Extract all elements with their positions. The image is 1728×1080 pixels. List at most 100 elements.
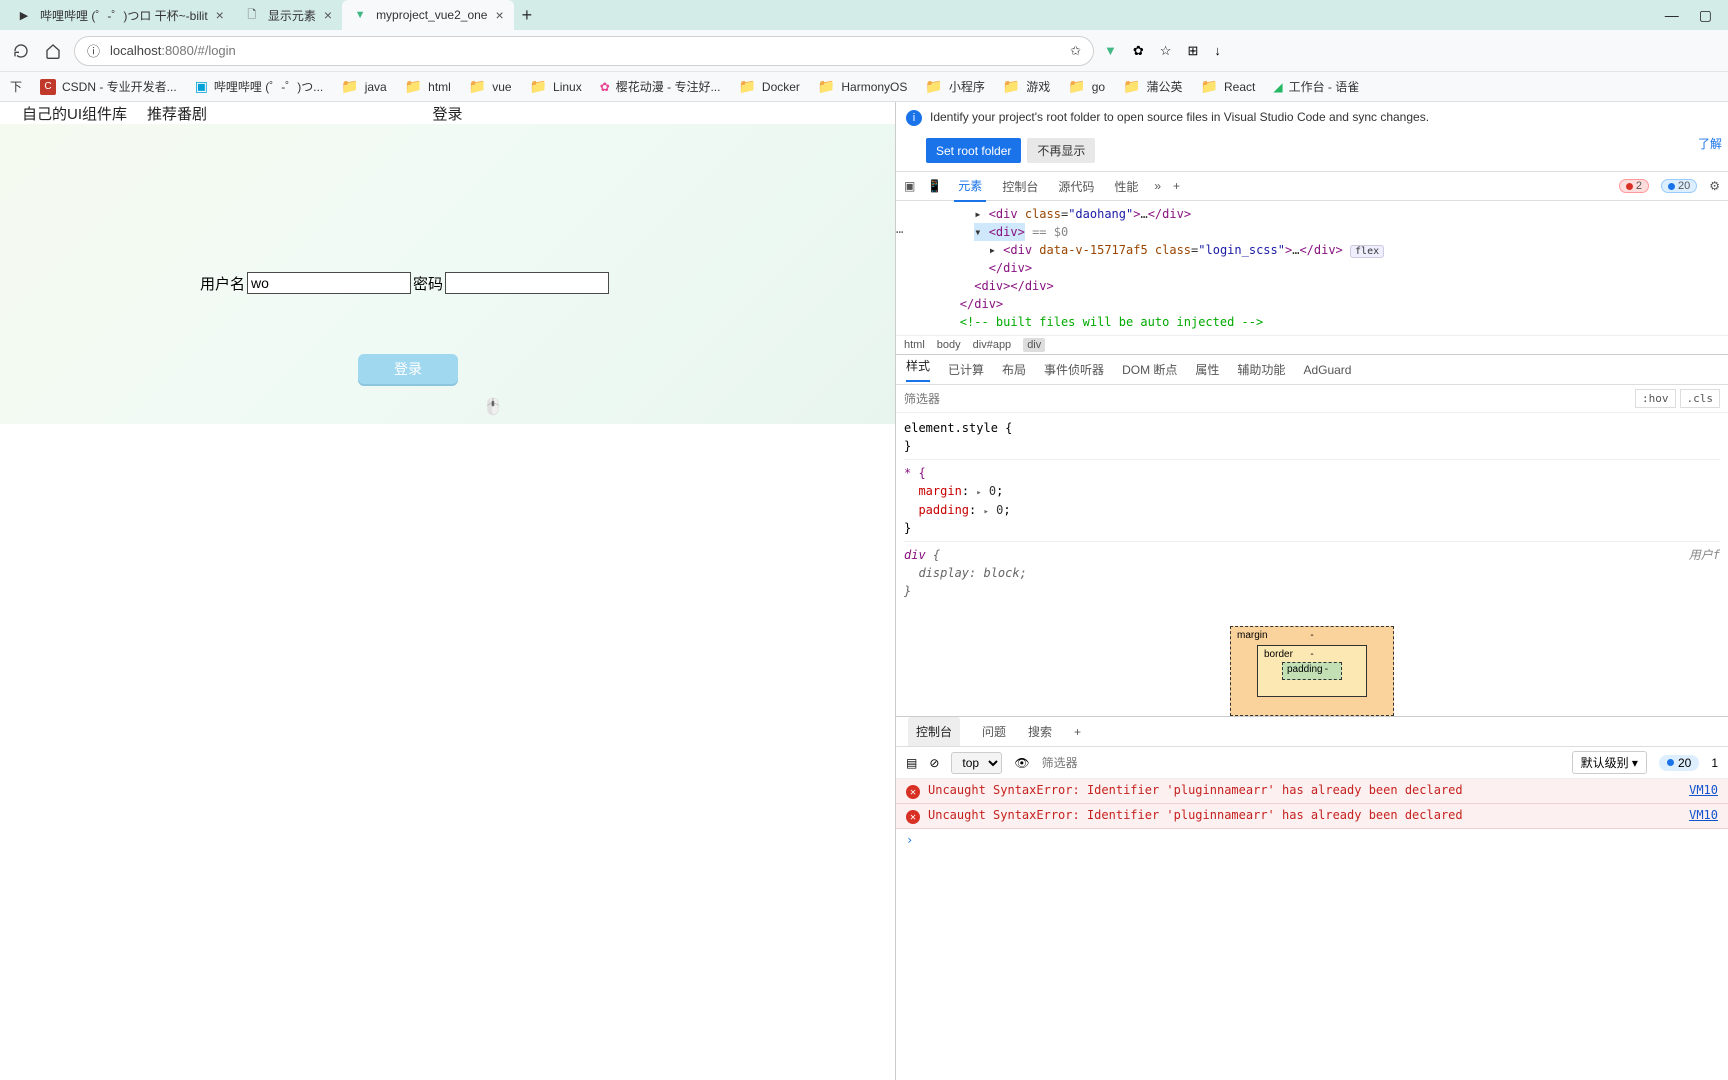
tab-elements[interactable]: 元素	[954, 171, 986, 202]
close-tab-icon[interactable]: ×	[495, 7, 503, 23]
password-input[interactable]	[445, 272, 609, 294]
close-tab-icon[interactable]: ×	[216, 7, 224, 23]
bookmark-folder[interactable]: 📁Docker	[738, 78, 799, 95]
console-filter-input[interactable]	[1042, 756, 1560, 770]
browser-tab[interactable]: 🗋 显示元素 ×	[234, 0, 342, 30]
nav-link-uilib[interactable]: 自己的UI组件库	[22, 103, 127, 124]
info-badge[interactable]: 20	[1661, 179, 1697, 193]
tab-sources[interactable]: 源代码	[1054, 172, 1098, 201]
address-bar-row: ⓘ localhost:8080/#/login ✩ ▼ ✿ ☆ ⊞ ↓	[0, 30, 1728, 72]
styles-pane[interactable]: element.style { } * { margin: ▸ 0; paddi…	[896, 413, 1728, 614]
favorite-icon[interactable]: ✩	[1070, 43, 1081, 59]
source-link[interactable]: VM10	[1689, 783, 1718, 797]
bookmark-item[interactable]: 下	[10, 78, 22, 95]
inspect-icon[interactable]: ▣	[904, 179, 915, 193]
subtab-a11y[interactable]: 辅助功能	[1237, 361, 1285, 378]
page-title-login: 登录	[432, 103, 462, 124]
drawer-tab-issues[interactable]: 问题	[982, 723, 1006, 740]
subtab-props[interactable]: 属性	[1195, 361, 1219, 378]
bookmark-yuque[interactable]: ◢工作台 - 语雀	[1273, 78, 1359, 95]
bookmark-folder[interactable]: 📁go	[1068, 78, 1105, 95]
tab-title: myproject_vue2_one	[376, 8, 487, 22]
breadcrumb-item[interactable]: div	[1023, 338, 1045, 352]
page-nav: 自己的UI组件库 推荐番剧 登录	[0, 102, 895, 124]
device-icon[interactable]: 📱	[927, 179, 942, 193]
add-tab-icon[interactable]: +	[1173, 179, 1180, 193]
bookmark-folder[interactable]: 📁java	[341, 78, 386, 95]
bookmark-folder[interactable]: 📁小程序	[925, 78, 984, 95]
close-tab-icon[interactable]: ×	[324, 7, 332, 23]
drawer-tab-search[interactable]: 搜索	[1028, 723, 1052, 740]
breadcrumb-item[interactable]: html	[904, 339, 925, 351]
source-link[interactable]: VM10	[1689, 808, 1718, 822]
console-error-row[interactable]: ✕ Uncaught SyntaxError: Identifier 'plug…	[896, 779, 1728, 804]
dont-show-button[interactable]: 不再显示	[1027, 138, 1095, 163]
bookmark-folder[interactable]: 📁Linux	[530, 78, 582, 95]
flower-icon: ✿	[600, 80, 610, 94]
breadcrumb-item[interactable]: body	[937, 339, 961, 351]
subtab-styles[interactable]: 样式	[906, 357, 930, 382]
collections-icon[interactable]: ⊞	[1187, 43, 1198, 59]
context-select[interactable]: top	[951, 752, 1002, 774]
page-favicon: 🗋	[244, 7, 260, 23]
styles-filter-input[interactable]	[904, 392, 1631, 406]
more-tabs-icon[interactable]: »	[1154, 179, 1161, 193]
home-icon[interactable]	[42, 40, 64, 62]
login-button[interactable]: 登录	[358, 354, 458, 384]
subtab-computed[interactable]: 已计算	[948, 361, 984, 378]
bookmark-folder[interactable]: 📁蒲公英	[1123, 78, 1182, 95]
folder-icon: 📁	[738, 78, 755, 95]
favorites-icon[interactable]: ☆	[1160, 43, 1172, 59]
hov-toggle[interactable]: :hov	[1635, 389, 1676, 408]
banner-text: Identify your project's root folder to o…	[930, 110, 1718, 126]
bookmark-csdn[interactable]: CCSDN - 专业开发者...	[40, 78, 177, 95]
console-prompt[interactable]: ›	[896, 829, 1728, 851]
new-tab-button[interactable]: +	[522, 5, 533, 26]
reload-icon[interactable]	[10, 40, 32, 62]
dom-tree[interactable]: ⋯ ▸ <div class="daohang">…</div> ▾ <div>…	[896, 201, 1728, 335]
vue-devtools-icon[interactable]: ▼	[1104, 43, 1117, 58]
style-source[interactable]: 用户f	[1689, 546, 1720, 564]
bookmark-bilibili[interactable]: ▣哔哩哔哩 (゜-゜)つ...	[195, 78, 324, 95]
set-root-folder-button[interactable]: Set root folder	[926, 138, 1021, 163]
nav-link-recommend[interactable]: 推荐番剧	[147, 103, 207, 124]
bookmark-folder[interactable]: 📁vue	[469, 78, 512, 95]
console-info-badge[interactable]: 20	[1659, 755, 1699, 771]
bookmark-folder[interactable]: 📁HarmonyOS	[818, 78, 907, 95]
extensions-icon[interactable]: ✿	[1133, 43, 1144, 59]
bilibili-icon: ▣	[195, 78, 208, 95]
clear-console-icon[interactable]: ⊘	[929, 756, 939, 770]
subtab-layout[interactable]: 布局	[1002, 361, 1026, 378]
subtab-dombreak[interactable]: DOM 断点	[1122, 361, 1177, 378]
address-bar[interactable]: ⓘ localhost:8080/#/login ✩	[74, 36, 1094, 66]
dom-breadcrumb[interactable]: html body div#app div	[896, 335, 1728, 355]
maximize-icon[interactable]: ▢	[1699, 7, 1712, 24]
info-icon[interactable]: ⓘ	[87, 41, 100, 60]
tab-console[interactable]: 控制台	[998, 172, 1042, 201]
subtab-adguard[interactable]: AdGuard	[1303, 363, 1351, 377]
subtab-listeners[interactable]: 事件侦听器	[1044, 361, 1104, 378]
sidebar-toggle-icon[interactable]: ▤	[906, 756, 917, 770]
browser-tab[interactable]: ▶ 哔哩哔哩 (゜-゜)つロ 干杯~-bilit ×	[6, 0, 234, 30]
console-error-row[interactable]: ✕ Uncaught SyntaxError: Identifier 'plug…	[896, 804, 1728, 829]
error-badge[interactable]: 2	[1619, 179, 1649, 193]
minimize-icon[interactable]: —	[1665, 7, 1679, 24]
learn-more-link[interactable]: 了解	[1698, 135, 1722, 152]
eye-icon[interactable]: 👁	[1014, 756, 1029, 770]
bookmark-folder[interactable]: 📁html	[405, 78, 451, 95]
add-drawer-tab-icon[interactable]: +	[1074, 725, 1081, 739]
settings-icon[interactable]: ⚙	[1709, 179, 1720, 193]
bookmark-folder[interactable]: 📁游戏	[1003, 78, 1050, 95]
cls-toggle[interactable]: .cls	[1680, 389, 1721, 408]
downloads-icon[interactable]: ↓	[1214, 43, 1221, 58]
tab-performance[interactable]: 性能	[1110, 172, 1142, 201]
hidden-count: 1	[1711, 756, 1718, 770]
breadcrumb-item[interactable]: div#app	[973, 339, 1012, 351]
drawer-tab-console[interactable]: 控制台	[908, 717, 960, 746]
rendered-page: 自己的UI组件库 推荐番剧 登录 用户名 密码 登录 🖱️	[0, 102, 895, 1080]
bookmark-folder[interactable]: 📁React	[1201, 78, 1256, 95]
bookmark-sakura[interactable]: ✿樱花动漫 - 专注好...	[600, 78, 721, 95]
log-level-button[interactable]: 默认级别 ▾	[1572, 751, 1647, 774]
username-input[interactable]	[247, 272, 411, 294]
browser-tab-active[interactable]: ▼ myproject_vue2_one ×	[342, 0, 514, 30]
